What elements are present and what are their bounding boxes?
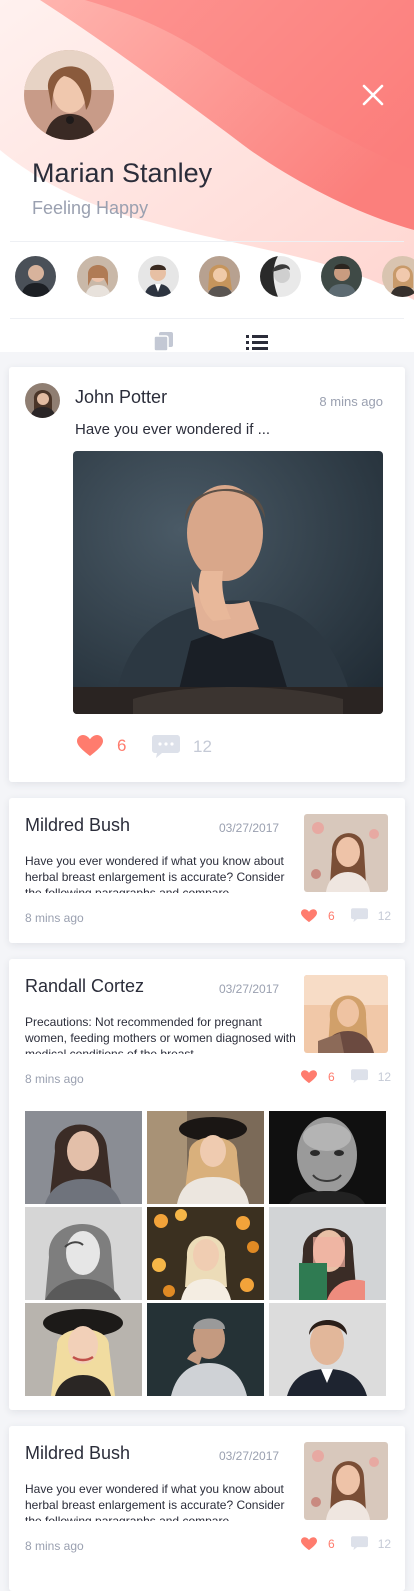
article-stats: 6 12 <box>301 908 391 923</box>
profile-header: Marian Stanley Feeling Happy <box>0 0 414 352</box>
friend-avatar[interactable] <box>382 256 414 297</box>
post-card: John Potter 8 mins ago Have you ever won… <box>9 367 405 782</box>
article-title[interactable]: Mildred Bush <box>25 815 130 836</box>
gallery-photo[interactable] <box>25 1207 142 1300</box>
header-divider-top <box>10 241 404 242</box>
article-body: Have you ever wondered if what you know … <box>25 854 285 893</box>
grid-view-icon <box>153 332 173 352</box>
comment-button[interactable]: 12 <box>350 908 392 923</box>
post-photo[interactable] <box>73 451 383 714</box>
article-title[interactable]: Randall Cortez <box>25 976 144 997</box>
article-body: Have you ever wondered if what you know … <box>25 1482 285 1521</box>
header-divider-bottom <box>10 318 404 319</box>
heart-icon <box>301 1069 317 1083</box>
comment-count: 12 <box>377 1536 392 1551</box>
gallery-photo[interactable] <box>147 1207 264 1300</box>
article-title[interactable]: Mildred Bush <box>25 1443 130 1464</box>
like-button[interactable]: 6 <box>301 909 335 923</box>
comment-icon <box>350 908 368 923</box>
like-count: 6 <box>328 1069 335 1084</box>
like-button[interactable]: 6 <box>301 1537 335 1551</box>
article-time: 8 mins ago <box>25 1072 84 1086</box>
article-date: 03/27/2017 <box>219 982 280 996</box>
friend-avatar[interactable] <box>138 256 179 297</box>
friend-avatar[interactable] <box>77 256 118 297</box>
heart-icon <box>301 1536 317 1550</box>
article-thumbnail[interactable] <box>304 1442 388 1520</box>
grid-view-tab[interactable] <box>153 332 177 352</box>
list-view-icon <box>246 335 268 350</box>
friend-avatar[interactable] <box>260 256 301 297</box>
heart-icon <box>77 735 103 756</box>
gallery-photo[interactable] <box>269 1111 386 1204</box>
article-thumbnail[interactable] <box>304 814 388 892</box>
article-time: 8 mins ago <box>25 911 84 925</box>
article-stats: 6 12 <box>301 1069 391 1084</box>
gallery-photo[interactable] <box>147 1303 264 1396</box>
gallery-photo[interactable] <box>25 1111 142 1204</box>
profile-avatar[interactable] <box>24 50 114 140</box>
article-card[interactable]: Mildred Bush 03/27/2017 Have you ever wo… <box>9 798 405 943</box>
article-card[interactable]: Mildred Bush 03/27/2017 Have you ever wo… <box>9 1426 405 1591</box>
comment-button[interactable]: 12 <box>350 1069 392 1084</box>
comment-button[interactable]: 12 <box>350 1536 392 1551</box>
like-count: 6 <box>328 908 335 923</box>
like-count: 6 <box>328 1536 335 1551</box>
friend-avatar[interactable] <box>199 256 240 297</box>
photo-gallery <box>25 1111 386 1396</box>
post-author-name[interactable]: John Potter <box>75 387 167 408</box>
profile-name: Marian Stanley <box>32 158 213 188</box>
comment-count: 12 <box>377 908 392 923</box>
list-view-tab[interactable] <box>245 332 269 352</box>
gallery-photo[interactable] <box>269 1303 386 1396</box>
article-body: Precautions: Not recommended for pregnan… <box>25 1015 296 1054</box>
comment-icon <box>152 735 180 758</box>
friend-avatar[interactable] <box>15 256 56 297</box>
gallery-photo[interactable] <box>25 1303 142 1396</box>
like-button[interactable]: 6 <box>77 735 126 757</box>
post-text: Have you ever wondered if ... <box>75 421 271 438</box>
like-button[interactable]: 6 <box>301 1070 335 1084</box>
article-stats: 6 12 <box>301 1536 391 1551</box>
article-date: 03/27/2017 <box>219 1449 280 1463</box>
article-time: 8 mins ago <box>25 1539 84 1553</box>
post-author-avatar[interactable] <box>25 383 60 418</box>
comment-count: 12 <box>377 1069 392 1084</box>
close-icon <box>362 84 384 106</box>
friend-avatar[interactable] <box>321 256 362 297</box>
profile-status: Feeling Happy <box>32 198 149 218</box>
friends-row <box>0 256 414 300</box>
gallery-photo[interactable] <box>147 1111 264 1204</box>
gallery-photo[interactable] <box>269 1207 386 1300</box>
comment-icon <box>350 1536 368 1551</box>
article-card[interactable]: Randall Cortez 03/27/2017 Precautions: N… <box>9 959 405 1410</box>
close-button[interactable] <box>360 82 386 108</box>
article-date: 03/27/2017 <box>219 821 280 835</box>
heart-icon <box>301 908 317 922</box>
comment-count: 12 <box>193 737 212 756</box>
like-count: 6 <box>117 736 127 755</box>
post-time: 8 mins ago <box>319 394 383 409</box>
comment-icon <box>350 1069 368 1084</box>
comment-button[interactable]: 12 <box>152 735 212 759</box>
article-thumbnail[interactable] <box>304 975 388 1053</box>
